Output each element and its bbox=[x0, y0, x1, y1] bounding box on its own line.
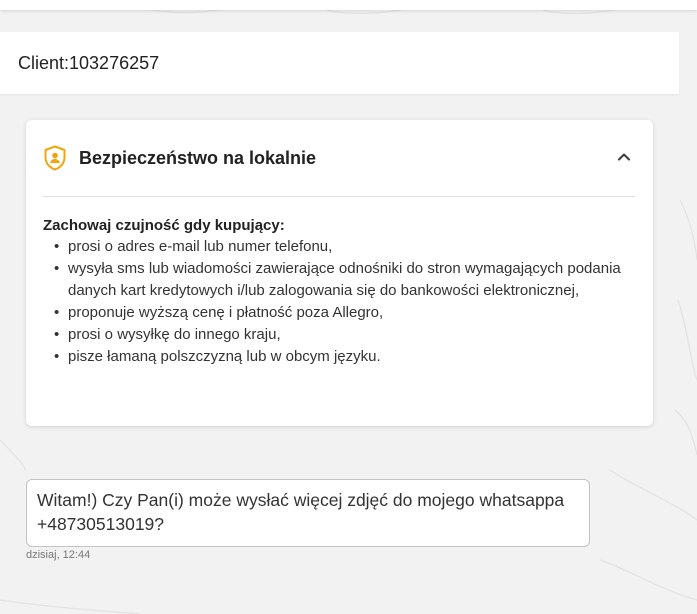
shield-user-icon bbox=[44, 145, 66, 171]
client-id-label: Client:103276257 bbox=[18, 52, 160, 73]
safety-info-card: Bezpieczeństwo na lokalnie Zachowaj czuj… bbox=[26, 120, 653, 426]
incoming-message-bubble: Witam!) Czy Pan(i) może wysłać więcej zd… bbox=[26, 479, 590, 547]
warning-item: prosi o wysyłkę do innego kraju, bbox=[54, 324, 633, 346]
chevron-up-icon[interactable] bbox=[613, 146, 635, 168]
warning-item: wysyła sms lub wiadomości zawierające od… bbox=[54, 258, 633, 302]
card-divider bbox=[43, 196, 635, 197]
message-timestamp: dzisiaj, 12:44 bbox=[26, 549, 91, 561]
warning-item: prosi o adres e-mail lub numer telefonu, bbox=[54, 236, 633, 258]
warning-item: pisze łamaną polszczyzną lub w obcym jęz… bbox=[54, 346, 633, 368]
safety-card-header[interactable]: Bezpieczeństwo na lokalnie bbox=[43, 142, 635, 174]
top-header-strip bbox=[0, 0, 697, 10]
warning-list: prosi o adres e-mail lub numer telefonu,… bbox=[43, 236, 633, 368]
client-bar: Client:103276257 bbox=[0, 32, 679, 94]
safety-card-title: Bezpieczeństwo na lokalnie bbox=[79, 147, 317, 168]
warning-item: proponuje wyższą cenę i płatność poza Al… bbox=[54, 302, 633, 324]
warning-heading: Zachowaj czujność gdy kupujący: bbox=[43, 217, 285, 234]
